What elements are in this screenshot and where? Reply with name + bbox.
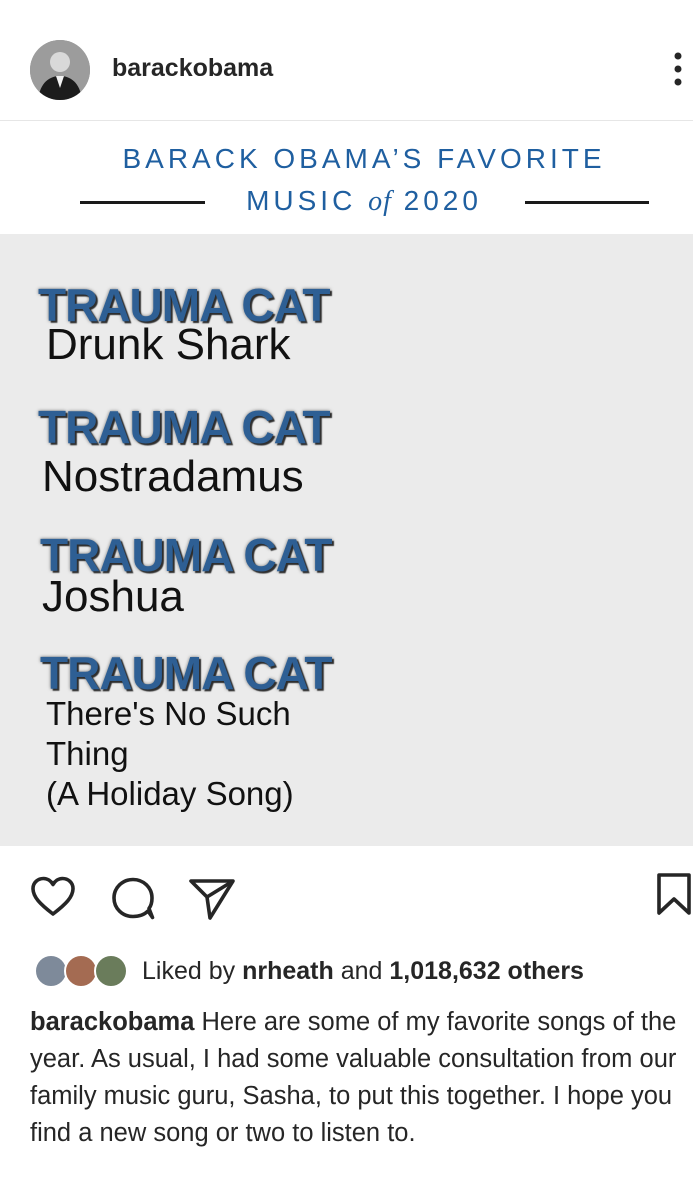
track-song: Joshua [42,572,184,621]
post-image-banner: BARACK OBAMA’S FAVORITE MUSIC of 2020 [0,121,693,234]
track-song: There's No Such Thing (A Holiday Song) [46,694,294,814]
track-song-line: (A Holiday Song) [46,775,294,812]
track-song-line: There's No Such [46,695,291,732]
banner-title-line1: BARACK OBAMA’S FAVORITE [122,143,606,174]
caption: barackobama Here are some of my favorite… [30,1004,693,1152]
likes-row[interactable]: Liked by nrheath and 1,018,632 others [30,952,690,992]
likes-and: and [340,957,383,985]
banner-year: 2020 [403,185,482,216]
divider-right [525,201,649,204]
likes-text[interactable]: Liked by nrheath and 1,018,632 others [142,957,584,986]
track-song: Drunk Shark [46,320,291,369]
more-vertical-icon[interactable] [666,48,690,88]
likes-user[interactable]: nrheath [242,957,334,985]
post-header: barackobama [0,0,693,121]
likes-count[interactable]: 1,018,632 others [389,957,584,985]
username[interactable]: barackobama [112,54,273,83]
banner-music: MUSIC [246,185,357,216]
action-bar [0,846,693,946]
caption-username[interactable]: barackobama [30,1008,194,1036]
heart-icon[interactable] [30,876,76,923]
track-song: Nostradamus [42,452,304,501]
track-artist: TRAUMA CAT [38,401,330,453]
comment-icon[interactable] [110,877,156,926]
liker-avatar [94,954,128,988]
liker-avatar [34,954,68,988]
send-icon[interactable] [188,876,236,927]
likes-prefix: Liked by [142,957,236,985]
track-artist: TRAUMA CAT [40,647,332,699]
liker-avatar [64,954,98,988]
track-song-line: Thing [46,735,129,772]
avatar[interactable] [30,40,90,100]
bookmark-icon[interactable] [655,872,693,921]
banner-of: of [368,186,392,217]
post-image[interactable]: TRAUMA CAT Drunk Shark TRAUMA CAT Nostra… [0,234,693,846]
